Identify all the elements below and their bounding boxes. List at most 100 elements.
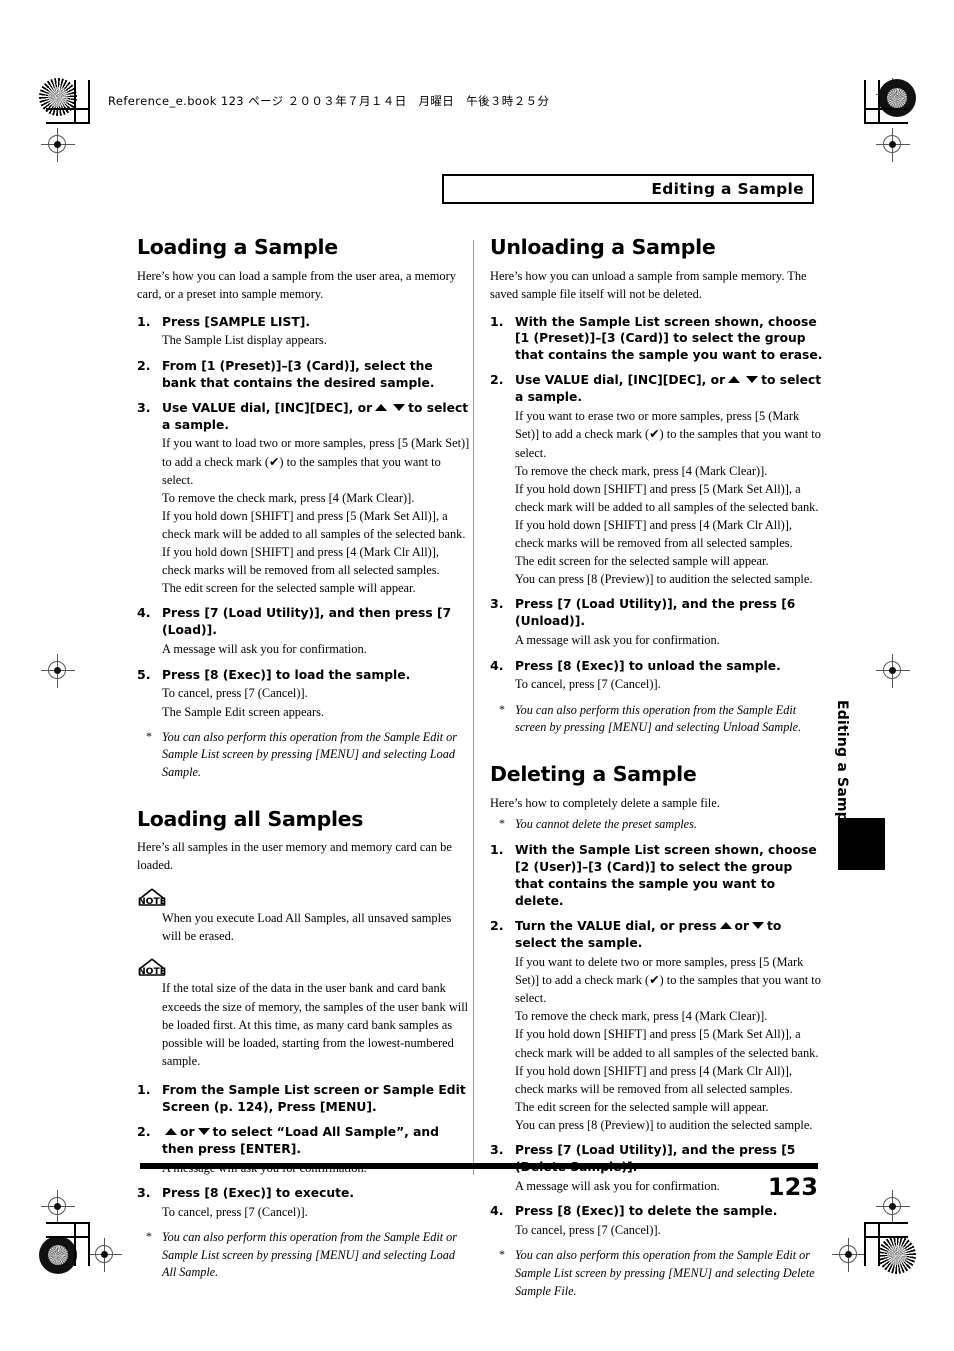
prefootnote-deleting-a-sample: * You cannot delete the preset samples. [490,816,823,834]
step-item: 3. Press [7 (Load Utility)], and the pre… [490,596,823,649]
step-item: 1. With the Sample List screen shown, ch… [490,842,823,910]
step-line: If you hold down [SHIFT] and press [5 (M… [162,508,466,578]
step-line: A message will ask you for confirmation. [162,642,367,657]
footnote-text: You can also perform this operation from… [515,702,802,735]
step-line: To remove the check mark, press [4 (Mark… [162,490,415,505]
heading-loading-a-sample: Loading a Sample [137,235,338,259]
step-heading: Use VALUE dial, [INC][DEC], or to select … [162,400,470,434]
step-heading: Press [7 (Load Utility)], and the press … [515,1143,796,1174]
arrow-down-icon [752,922,765,930]
asterisk-icon: * [146,728,152,743]
step-heading-pre: Use VALUE dial, [INC][DEC], or [515,373,726,388]
step-number: 4. [490,1203,504,1219]
step-heading: Press [SAMPLE LIST]. [162,314,311,329]
footnote-unloading-a-sample: * You can also perform this operation fr… [490,702,823,737]
right-column: Unloading a Sample Here’s how you can un… [490,236,823,1309]
registration-mark-left-lower [88,1238,122,1272]
step-item: 2. From [1 (Preset)]–[3 (Card)], select … [137,358,470,392]
step-heading: With the Sample List screen shown, choos… [515,314,823,363]
step-item: 1. Press [SAMPLE LIST]. The Sample List … [137,314,470,350]
step-line: To remove the check mark, press [4 (Mark… [515,463,768,478]
heading-unloading-a-sample: Unloading a Sample [490,235,716,259]
step-number: 4. [137,605,151,621]
step-heading: From the Sample List screen or Sample Ed… [162,1083,466,1114]
intro-loading-a-sample: Here’s how you can load a sample from th… [137,268,456,301]
step-item: 4. Press [8 (Exec)] to delete the sample… [490,1203,823,1239]
color-rosette-bottom-left [39,1236,77,1274]
step-item: 1. With the Sample List screen shown, ch… [490,314,823,365]
note-icon: NOTE [137,888,167,907]
step-line: The edit screen for the selected sample … [515,1099,769,1114]
asterisk-icon: * [146,1229,152,1244]
step-number: 2. [490,372,504,388]
step-number: 1. [137,1082,151,1098]
registration-mark-right-mid [876,654,910,688]
step-line: You can press [8 (Preview)] to audition … [515,572,813,587]
footnote-deleting-a-sample: * You can also perform this operation fr… [490,1247,823,1300]
step-heading: or to select “Load All Sample”, and then … [162,1124,470,1158]
step-number: 3. [490,596,504,612]
step-heading: Use VALUE dial, [INC][DEC], or to select … [515,372,823,406]
step-heading-pre: Turn the VALUE dial, or press [515,919,717,934]
step-item: 3. Press [8 (Exec)] to execute. To cance… [137,1185,470,1221]
step-heading: Press [7 (Load Utility)], and then press… [162,606,452,638]
asterisk-icon: * [499,1247,505,1262]
color-rosette-top-right [878,79,916,117]
step-heading: Press [8 (Exec)] to load the sample. [162,667,411,682]
steps-loading-a-sample: 1. Press [SAMPLE LIST]. The Sample List … [137,314,470,721]
step-line: The edit screen for the selected sample … [515,554,769,569]
step-heading: With the Sample List screen shown, choos… [515,843,817,909]
step-heading: Press [8 (Exec)] to delete the sample. [515,1204,778,1219]
step-number: 1. [490,842,504,858]
step-heading-pre: Use VALUE dial, [INC][DEC], or [162,400,373,415]
step-line: A message will ask you for confirmation. [515,633,720,648]
arrow-down-icon [746,376,759,384]
page-number: 123 [767,1173,818,1201]
step-number: 2. [137,357,151,373]
registration-mark-left-mid [41,654,75,688]
step-line: The edit screen for the selected sample … [162,581,416,596]
body-columns: Loading a Sample Here’s how you can load… [137,235,823,1298]
step-number: 1. [137,313,151,329]
arrow-up-icon [165,1127,177,1135]
step-line: To cancel, press [7 (Cancel)]. [515,677,661,692]
step-item: 2. or to select “Load All Sample”, and th… [137,1124,470,1177]
step-line: If you want to load two or more samples,… [162,436,470,487]
note-block-2: NOTE If the total size of the data in th… [137,958,470,1070]
intro-deleting-a-sample: Here’s how to completely delete a sample… [490,795,720,810]
note-text: If the total size of the data in the use… [162,981,469,1068]
running-head-title: Editing a Sample [651,180,804,198]
arrow-up-icon [728,376,741,384]
step-line: To cancel, press [7 (Cancel)]. [515,1223,661,1238]
step-item: 4. Press [7 (Load Utility)], and then pr… [137,605,470,658]
step-number: 3. [490,1142,504,1158]
step-heading: Press [7 (Load Utility)], and the press … [515,597,796,629]
step-number: 1. [490,313,504,329]
step-item: 1. From the Sample List screen or Sample… [137,1082,470,1116]
note-icon: NOTE [137,958,167,977]
step-heading: From [1 (Preset)]–[3 (Card)], select the… [162,358,435,390]
step-number: 3. [137,1185,151,1201]
note-text: When you execute Load All Samples, all u… [162,911,452,944]
registration-mark-left-upper [41,128,75,162]
note-block-1: NOTE When you execute Load All Samples, … [137,888,470,945]
step-heading: Turn the VALUE dial, or press or to select… [515,918,823,952]
step-number: 4. [490,657,504,673]
step-item: 2. Use VALUE dial, [INC][DEC], or to sele… [490,372,823,588]
asterisk-icon: * [499,701,505,716]
step-line: The Sample List display appears. [162,333,327,348]
svg-text:NOTE: NOTE [138,896,166,907]
color-rosette-top-left [39,78,77,116]
arrow-down-icon [197,1127,210,1135]
registration-mark-bottom-right [876,1190,910,1224]
step-heading-mid: or [180,1124,195,1139]
step-item: 4. Press [8 (Exec)] to unload the sample… [490,658,823,694]
heading-loading-all-samples: Loading all Samples [137,806,364,831]
asterisk-icon: * [499,816,505,831]
step-heading: Press [8 (Exec)] to unload the sample. [515,658,781,673]
book-file-info: Reference_e.book 123 ページ ２００３年７月１４日 月曜日 … [108,94,550,108]
step-item: 2. Turn the VALUE dial, or press or to sel… [490,918,823,1134]
footnote-text: You can also perform this operation from… [162,729,457,780]
step-line: To remove the check mark, press [4 (Mark… [515,1009,768,1024]
side-tab-marker [838,818,885,870]
